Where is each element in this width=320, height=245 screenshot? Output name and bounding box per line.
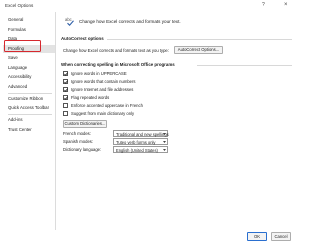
checkbox-label: Suggest from main dictionary only	[71, 110, 135, 116]
sidebar-item-accessibility[interactable]: Accessibility	[3, 73, 55, 81]
checkbox-label: Ignore words in UPPERCASE	[71, 70, 127, 76]
sidebar-item-add-ins[interactable]: Add-ins	[3, 116, 55, 124]
window-title: Excel Options	[5, 3, 34, 8]
dialog-footer: OK Cancel	[0, 230, 300, 245]
spanish-modes-label: Spanish modes:	[63, 139, 94, 144]
french-modes-select[interactable]: Traditional and new spellings	[113, 130, 169, 137]
section-divider	[197, 65, 292, 66]
selection-highlight-box	[4, 40, 41, 52]
sidebar-divider	[8, 93, 52, 94]
close-button[interactable]: ×	[284, 2, 288, 8]
select-value: Tuteo verb forms only	[116, 139, 156, 145]
checkbox-ignore-uppercase[interactable]: Ignore words in UPPERCASE	[63, 71, 243, 77]
select-value: Traditional and new spellings	[116, 131, 169, 137]
checkbox-box[interactable]	[63, 71, 68, 76]
check-icon	[64, 96, 68, 100]
sidebar-item-language[interactable]: Language	[3, 64, 55, 72]
checkbox-box[interactable]	[63, 111, 68, 116]
cancel-button[interactable]: Cancel	[271, 232, 291, 241]
autocorrect-section-title: AutoCorrect options	[61, 36, 104, 41]
spanish-modes-select[interactable]: Tuteo verb forms only	[113, 138, 168, 145]
checkbox-ignore-internet-addresses[interactable]: Ignore Internet and file addresses	[63, 87, 243, 93]
select-value: English (United States)	[116, 147, 158, 153]
help-button[interactable]: ?	[262, 2, 265, 8]
dictionary-language-select[interactable]: English (United States)	[113, 146, 168, 153]
autocorrect-description: Change how Excel corrects and formats te…	[63, 48, 169, 53]
chevron-down-icon	[162, 133, 166, 135]
checkbox-label: Ignore words that contain numbers	[71, 78, 136, 84]
french-modes-label: French modes:	[63, 131, 91, 136]
checkbox-box[interactable]	[63, 87, 68, 92]
check-icon	[64, 72, 68, 76]
check-icon	[64, 88, 68, 92]
sidebar-item-formulas[interactable]: Formulas	[3, 26, 55, 34]
sidebar-item-save[interactable]: Save	[3, 54, 55, 62]
checkbox-flag-repeated-words[interactable]: Flag repeated words	[63, 95, 243, 101]
autocorrect-options-button[interactable]: AutoCorrect Options...	[174, 46, 223, 54]
sidebar-item-customize-ribbon[interactable]: Customize Ribbon	[3, 95, 55, 103]
page-description: Change how Excel corrects and formats yo…	[79, 19, 181, 24]
checkbox-box[interactable]	[63, 79, 68, 84]
custom-dictionaries-button[interactable]: Custom Dictionaries...	[63, 120, 107, 128]
sidebar-item-quick-access-toolbar[interactable]: Quick Access Toolbar	[3, 104, 55, 112]
sidebar-item-general[interactable]: General	[3, 16, 55, 24]
checkbox-box[interactable]	[63, 103, 68, 108]
checkbox-label: Enforce accented uppercase in French	[71, 102, 143, 108]
checkbox-label: Ignore Internet and file addresses	[71, 86, 134, 92]
chevron-down-icon	[162, 141, 166, 143]
section-divider	[107, 39, 292, 40]
sidebar-item-advanced[interactable]: Advanced	[3, 83, 55, 91]
chevron-down-icon	[162, 149, 166, 151]
sidebar-divider	[8, 114, 52, 115]
ok-button[interactable]: OK	[247, 232, 267, 241]
checkmark-icon	[67, 20, 74, 26]
check-icon	[64, 80, 68, 84]
proofing-panel: abc Change how Excel corrects and format…	[57, 12, 297, 230]
checkbox-ignore-numbers[interactable]: Ignore words that contain numbers	[63, 79, 243, 85]
checkbox-suggest-main-dictionary[interactable]: Suggest from main dictionary only	[63, 111, 243, 117]
checkbox-enforce-accented-uppercase[interactable]: Enforce accented uppercase in French	[63, 103, 243, 109]
title-bar: Excel Options ? ×	[0, 0, 300, 12]
spelling-section-title: When correcting spelling in Microsoft Of…	[61, 62, 175, 67]
sidebar-item-trust-center[interactable]: Trust Center	[3, 126, 55, 134]
abc-check-icon: abc	[65, 17, 75, 27]
dictionary-language-label: Dictionary language:	[63, 147, 102, 152]
checkbox-label: Flag repeated words	[71, 94, 110, 100]
checkbox-box[interactable]	[63, 95, 68, 100]
